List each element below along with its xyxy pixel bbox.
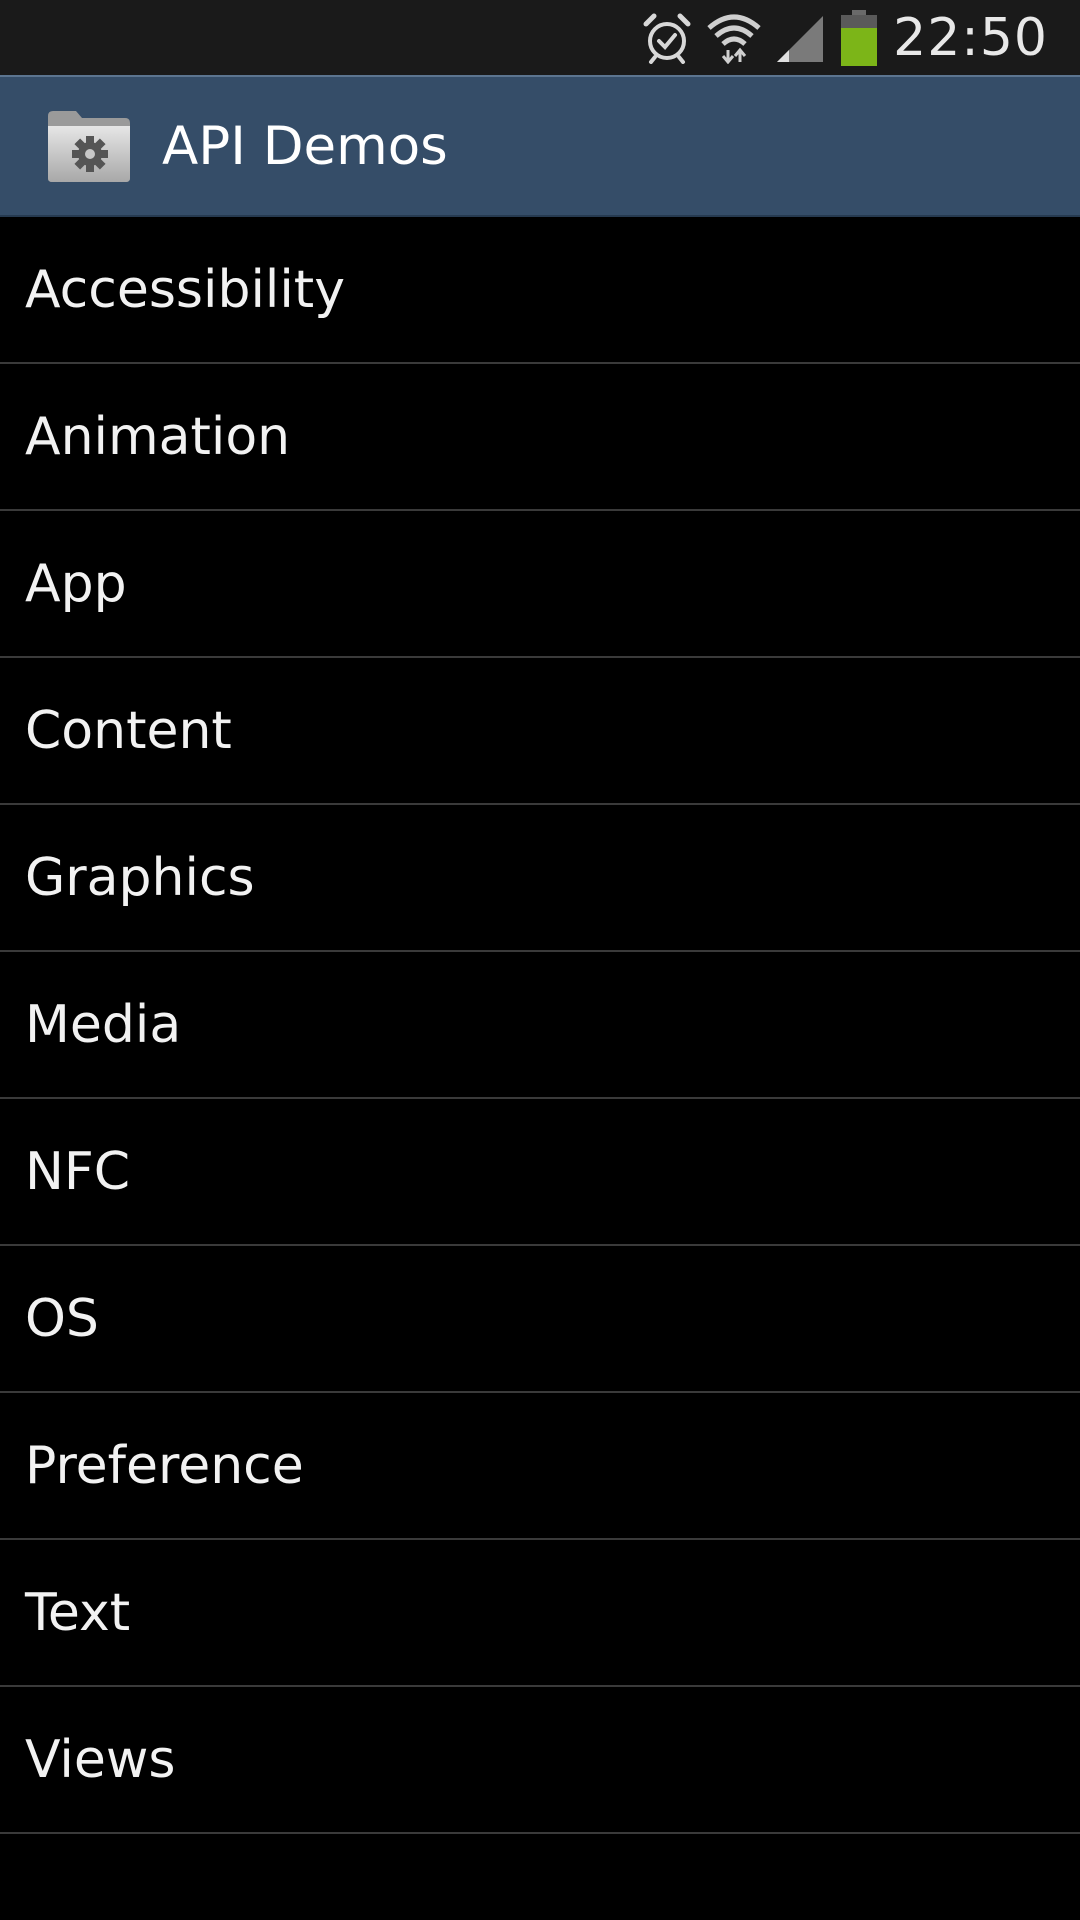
list-item-label: Animation (25, 406, 291, 467)
list-item-label: OS (25, 1288, 99, 1349)
list-item-views[interactable]: Views (0, 1687, 1080, 1834)
status-bar: 22:50 (0, 0, 1080, 75)
list-item-label: Accessibility (25, 259, 345, 320)
app-title: API Demos (162, 115, 448, 177)
list-item-text[interactable]: Text (0, 1540, 1080, 1687)
demo-list: Accessibility Animation App Content Grap… (0, 217, 1080, 1834)
signal-icon (777, 15, 824, 62)
list-item-accessibility[interactable]: Accessibility (0, 217, 1080, 364)
status-time: 22:50 (893, 7, 1048, 68)
alarm-icon (643, 13, 691, 64)
list-item-label: App (25, 553, 127, 614)
list-item-label: NFC (25, 1141, 131, 1202)
list-item-graphics[interactable]: Graphics (0, 805, 1080, 952)
list-item-label: Preference (25, 1435, 304, 1496)
list-item-label: Views (25, 1729, 176, 1790)
list-item-app[interactable]: App (0, 511, 1080, 658)
list-item-label: Text (25, 1582, 131, 1643)
wifi-icon (707, 14, 761, 64)
action-bar: API Demos (0, 75, 1080, 217)
list-item-label: Content (25, 700, 232, 761)
list-item-content[interactable]: Content (0, 658, 1080, 805)
list-item-animation[interactable]: Animation (0, 364, 1080, 511)
settings-folder-icon[interactable] (46, 108, 132, 184)
list-item-label: Graphics (25, 847, 255, 908)
list-item-nfc[interactable]: NFC (0, 1099, 1080, 1246)
list-item-label: Media (25, 994, 182, 1055)
list-item-os[interactable]: OS (0, 1246, 1080, 1393)
list-item-media[interactable]: Media (0, 952, 1080, 1099)
list-item-preference[interactable]: Preference (0, 1393, 1080, 1540)
battery-icon (841, 9, 878, 66)
